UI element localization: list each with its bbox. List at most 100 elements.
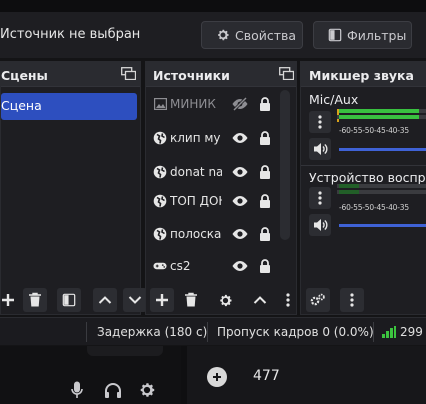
move-scene-up-button[interactable] <box>93 288 117 312</box>
gears-icon <box>310 293 325 306</box>
browser-icon <box>153 194 167 208</box>
remove-scene-button[interactable] <box>23 288 47 312</box>
source-item[interactable]: donat na <box>153 161 281 183</box>
mixer-dock-header: Микшер звука <box>301 62 426 87</box>
window-top-strip <box>0 0 426 12</box>
sources-dock: Источники МИНИК клип му donat na ТОП ДОН <box>145 61 297 315</box>
mixer-channel-name: Устройство воспро <box>309 170 426 185</box>
scene-item-label: Сцена <box>1 98 42 113</box>
eye-icon[interactable] <box>231 164 249 180</box>
mixer-menu-button[interactable] <box>340 288 364 312</box>
undock-icon[interactable] <box>279 67 294 80</box>
source-item[interactable]: МИНИК <box>153 93 281 115</box>
meter-scale: -60-55-50-45-40-35 <box>339 203 409 212</box>
source-item-label: клип му <box>170 131 221 145</box>
volume-meter <box>337 184 426 197</box>
move-source-up-button[interactable] <box>248 288 272 312</box>
add-source-button[interactable] <box>150 288 174 312</box>
status-bar: Задержка (180 с) Пропуск кадров 0 (0.0%)… <box>0 317 426 345</box>
browser-icon <box>153 131 167 145</box>
source-item[interactable]: клип му <box>153 127 281 149</box>
trash-icon <box>29 292 41 307</box>
scenes-title: Сцены <box>1 68 48 83</box>
source-properties-button[interactable] <box>213 288 237 312</box>
source-item-label: ТОП ДОН <box>170 194 222 208</box>
mute-button[interactable] <box>309 138 331 160</box>
bitrate-status: 299 <box>382 318 423 346</box>
source-status-label: Источник не выбран <box>0 27 141 42</box>
filters-label: Фильтры <box>347 27 407 43</box>
plus-icon <box>2 294 14 306</box>
browser-icon <box>153 227 167 241</box>
browser-icon <box>153 165 167 179</box>
image-icon <box>153 97 167 111</box>
scenes-toolbar <box>0 286 147 314</box>
scene-filters-button[interactable] <box>57 288 81 312</box>
delay-status: Задержка (180 с) <box>97 325 208 339</box>
filters-button[interactable]: Фильтры <box>313 21 412 49</box>
advanced-audio-button[interactable] <box>306 288 330 312</box>
lock-icon[interactable] <box>259 130 271 146</box>
settings-gear-icon[interactable] <box>138 381 156 399</box>
lock-icon[interactable] <box>259 193 271 209</box>
channel-menu-button[interactable] <box>309 187 331 209</box>
plus-icon <box>156 294 168 306</box>
signal-strength-icon <box>382 326 396 338</box>
source-item[interactable]: ТОП ДОН <box>153 190 281 212</box>
source-item[interactable]: cs2 <box>153 255 281 277</box>
source-item[interactable]: полоска <box>153 223 281 245</box>
sources-more-button[interactable] <box>281 288 295 312</box>
lock-icon[interactable] <box>259 96 271 112</box>
add-scene-button[interactable] <box>0 288 20 312</box>
panel-tab <box>87 346 163 356</box>
gear-icon <box>219 294 231 306</box>
volume-slider[interactable] <box>339 148 426 151</box>
move-scene-down-button[interactable] <box>123 288 147 312</box>
eye-icon[interactable] <box>231 226 249 242</box>
source-item-label: cs2 <box>170 259 191 273</box>
voice-controls-panel <box>0 346 181 404</box>
channel-menu-button[interactable] <box>309 111 331 133</box>
bitrate-value: 299 <box>400 325 423 339</box>
eye-icon[interactable] <box>231 193 249 209</box>
kebab-icon <box>350 293 354 307</box>
microphone-icon[interactable] <box>71 381 83 399</box>
lock-icon[interactable] <box>259 258 271 274</box>
lock-icon[interactable] <box>259 226 271 242</box>
scenes-dock: Сцены Сцена <box>0 61 147 315</box>
speaker-icon <box>313 219 327 231</box>
gear-icon <box>218 29 229 41</box>
sources-scrollbar[interactable] <box>280 90 290 240</box>
source-item-label: donat na <box>170 165 222 179</box>
kebab-icon <box>318 115 322 129</box>
headphones-icon[interactable] <box>104 382 122 399</box>
eye-icon[interactable] <box>231 258 249 274</box>
eye-icon[interactable] <box>231 130 249 146</box>
trash-icon <box>185 292 197 307</box>
count-label: 477 <box>253 368 280 384</box>
volume-slider[interactable] <box>339 224 426 227</box>
status-divider <box>207 322 208 342</box>
chevron-up-icon <box>253 296 267 304</box>
undock-icon[interactable] <box>121 67 136 80</box>
kebab-icon <box>318 191 322 205</box>
audio-mixer-dock: Микшер звука Mic/Aux -60-55-50-45-40-35 … <box>300 61 426 315</box>
add-button[interactable] <box>207 367 227 387</box>
mute-button[interactable] <box>309 214 331 236</box>
meter-scale: -60-55-50-45-40-35 <box>339 126 409 135</box>
plus-icon <box>213 373 221 381</box>
chevron-up-icon <box>98 296 112 304</box>
source-item-label: полоска <box>170 227 222 241</box>
properties-label: Свойства <box>235 27 297 43</box>
sources-toolbar <box>146 286 296 314</box>
eye-off-icon[interactable] <box>231 96 249 112</box>
dropped-frames-status: Пропуск кадров 0 (0.0%) <box>217 325 374 339</box>
lock-icon[interactable] <box>259 164 271 180</box>
sources-dock-header: Источники <box>146 62 296 87</box>
status-divider <box>86 322 87 342</box>
scene-item-selected[interactable]: Сцена <box>1 93 137 120</box>
properties-button[interactable]: Свойства <box>201 21 303 49</box>
scenes-dock-header: Сцены <box>1 62 140 87</box>
volume-meter <box>337 109 426 122</box>
remove-source-button[interactable] <box>179 288 203 312</box>
